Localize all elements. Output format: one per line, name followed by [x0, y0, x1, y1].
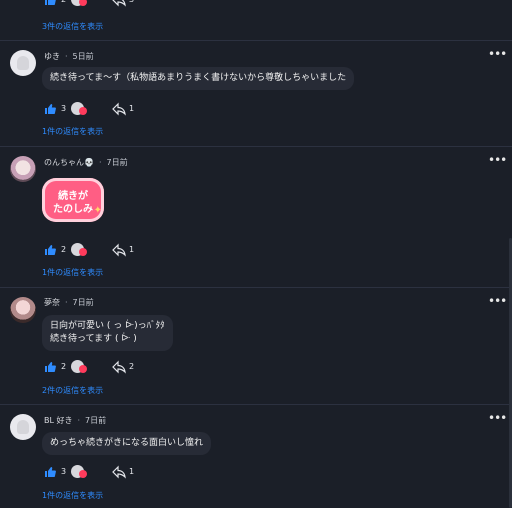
avatar[interactable]	[10, 414, 36, 440]
divider	[0, 287, 512, 288]
like-count: 2	[61, 245, 67, 254]
comment-meta: BL 好き · 7日前	[44, 415, 106, 426]
author-name[interactable]: ゆき	[44, 52, 60, 61]
meta-separator: ·	[65, 52, 68, 61]
more-options-icon[interactable]: •••	[488, 294, 507, 308]
more-options-icon[interactable]: •••	[488, 411, 507, 425]
more-options-icon[interactable]: •••	[488, 153, 507, 167]
like-icon[interactable]	[44, 466, 56, 478]
comment-meta: 夢奈 · 7日前	[44, 297, 94, 308]
like-icon[interactable]	[44, 244, 56, 256]
view-replies-link[interactable]: 1件の返信を表示	[42, 126, 103, 137]
reply-icon[interactable]	[112, 360, 126, 374]
author-name[interactable]: BL 好き	[44, 416, 73, 425]
like-count: 3	[61, 104, 67, 113]
author-name[interactable]: のんちゃん💀	[44, 158, 94, 167]
reply-count: 1	[129, 104, 135, 113]
meta-separator: ·	[98, 158, 102, 167]
view-replies-link[interactable]: 1件の返信を表示	[42, 267, 103, 278]
avatar[interactable]	[10, 50, 36, 76]
more-options-icon[interactable]: •••	[488, 47, 507, 61]
like-icon[interactable]	[44, 361, 56, 373]
comment-text-line: 続き待ってます ( ᐕ )	[50, 334, 137, 344]
reply-count: 3	[129, 0, 134, 4]
timestamp: 7日前	[85, 416, 107, 425]
sparkle-icon: ✦	[93, 205, 102, 216]
reply-count: 1	[129, 245, 135, 254]
comment-text: めっちゃ続きがきになる面白いし憧れ	[50, 438, 204, 448]
like-count: 2	[61, 362, 67, 371]
comment-meta: のんちゃん💀 · 7日前	[44, 157, 128, 168]
reaction-icons	[71, 465, 87, 479]
view-replies-link[interactable]: 2件の返信を表示	[42, 385, 103, 396]
divider	[0, 146, 512, 147]
reply-icon[interactable]	[112, 0, 126, 7]
divider	[0, 404, 512, 405]
comment-bubble: 日向が可愛い ( っ ᐕ)っﾊﾞﾀﾀ 続き待ってます ( ᐕ )	[42, 315, 173, 351]
reply-icon[interactable]	[112, 243, 126, 257]
like-icon[interactable]	[44, 0, 56, 6]
timestamp: 7日前	[106, 158, 128, 167]
reply-count: 1	[129, 467, 135, 476]
avatar[interactable]	[10, 156, 36, 182]
reaction-icons	[71, 102, 87, 116]
author-name[interactable]: 夢奈	[44, 298, 60, 307]
view-replies-link[interactable]: 1件の返信を表示	[42, 490, 103, 501]
comment-bubble: 続き待ってま〜す（私物語あまりうまく書けないから尊敬しちゃいました	[42, 67, 355, 90]
view-replies-link[interactable]: 3件の返信を表示	[42, 21, 103, 32]
like-count: 2	[61, 0, 66, 4]
reaction-icons	[71, 243, 87, 257]
like-count: 3	[61, 467, 67, 476]
avatar[interactable]	[10, 297, 36, 323]
like-icon[interactable]	[44, 103, 56, 115]
comment-text-line: 日向が可愛い ( っ ᐕ)っﾊﾞﾀﾀ	[50, 321, 165, 331]
reply-icon[interactable]	[112, 465, 126, 479]
timestamp: 5日前	[72, 52, 94, 61]
reaction-icons	[71, 360, 87, 374]
comment-text: 続き待ってま〜す（私物語あまりうまく書けないから尊敬しちゃいました	[50, 73, 347, 83]
meta-separator: ·	[77, 416, 81, 425]
meta-separator: ·	[65, 298, 68, 307]
comment-meta: ゆき · 5日前	[44, 51, 94, 62]
divider	[0, 40, 512, 41]
timestamp: 7日前	[72, 298, 94, 307]
reply-icon[interactable]	[112, 102, 126, 116]
reply-count: 2	[129, 362, 135, 371]
reaction-icons	[71, 0, 87, 7]
comment-bubble: めっちゃ続きがきになる面白いし憧れ	[42, 432, 212, 455]
sticker-image: 続きが たのしみ ✦	[42, 178, 104, 222]
